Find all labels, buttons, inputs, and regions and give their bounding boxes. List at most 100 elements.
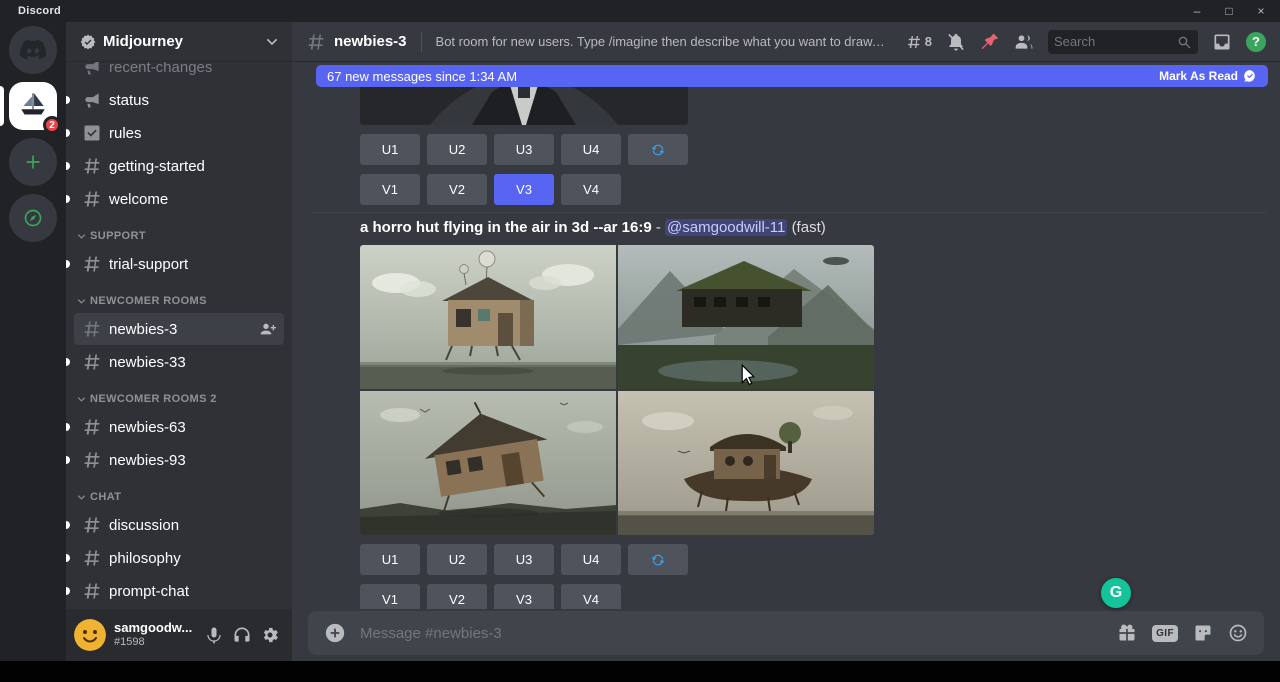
app-title: Discord — [18, 5, 61, 17]
sidebar-item-getting-started[interactable]: getting-started — [74, 150, 284, 182]
upscale-u3-button[interactable]: U3 — [494, 544, 554, 575]
refresh-icon — [650, 142, 666, 158]
category-chat[interactable]: CHAT — [74, 486, 284, 508]
sidebar-item-rules[interactable]: rules — [74, 117, 284, 149]
member-list-icon[interactable] — [1014, 32, 1034, 52]
server-header[interactable]: Midjourney — [66, 22, 292, 62]
user-meta[interactable]: samgoodw... #1598 — [114, 621, 192, 649]
sidebar-item-discussion[interactable]: discussion — [74, 509, 284, 541]
message-divider — [312, 212, 1266, 213]
attach-file-button[interactable] — [324, 622, 346, 644]
category-newcomer-rooms[interactable]: NEWCOMER ROOMS — [74, 290, 284, 312]
sidebar-item-newbies-3[interactable]: newbies-3 — [74, 313, 284, 345]
hash-icon — [82, 156, 102, 176]
window-minimize-button[interactable]: – — [1188, 0, 1206, 22]
discord-home-button[interactable] — [9, 26, 57, 74]
channel-topic[interactable]: Bot room for new users. Type /imagine th… — [436, 34, 888, 49]
sidebar-item-recent-changes[interactable]: recent-changes — [74, 62, 284, 83]
hash-icon — [82, 515, 102, 535]
sidebar-item-prompt-chat[interactable]: prompt-chat — [74, 575, 284, 607]
window-maximize-button[interactable]: □ — [1220, 0, 1238, 22]
user-mention[interactable]: @samgoodwill-11 — [665, 219, 787, 236]
channel-header: newbies-3 Bot room for new users. Type /… — [292, 22, 1280, 62]
sidebar-item-newbies-63[interactable]: newbies-63 — [74, 411, 284, 443]
generated-image-grid — [360, 245, 874, 535]
upscale-u1-button[interactable]: U1 — [360, 134, 420, 165]
user-settings-gear-button[interactable] — [256, 621, 284, 649]
bubble-check-icon — [1243, 69, 1257, 83]
variation-v1-button[interactable]: V1 — [360, 174, 420, 205]
server-rail: 2 — [0, 22, 66, 661]
variation-v4-button[interactable]: V4 — [561, 584, 621, 609]
server-name: Midjourney — [103, 33, 183, 50]
create-invite-icon[interactable] — [260, 321, 276, 337]
window-controls: – □ × — [1188, 0, 1270, 22]
window-close-button[interactable]: × — [1252, 0, 1270, 22]
chevron-down-icon — [264, 34, 280, 50]
sidebar-item-trial-support[interactable]: trial-support — [74, 248, 284, 280]
new-messages-text: 67 new messages since 1:34 AM — [327, 69, 517, 84]
message-prompt-line: a horro hut flying in the air in 3d --ar… — [360, 217, 1266, 239]
reroll-button[interactable] — [628, 134, 688, 165]
pinned-messages-icon[interactable] — [980, 32, 1000, 52]
generated-image-variant-4[interactable] — [618, 391, 874, 535]
avatar[interactable] — [74, 619, 106, 651]
mute-microphone-button[interactable] — [200, 621, 228, 649]
compass-icon — [23, 208, 43, 228]
category-support[interactable]: SUPPORT — [74, 225, 284, 247]
variation-v3-button-selected[interactable]: V3 — [494, 174, 554, 205]
generation-mode: (fast) — [792, 219, 826, 236]
username: samgoodw... — [114, 621, 192, 636]
server-icon-midjourney[interactable]: 2 — [9, 82, 57, 130]
variation-v2-button[interactable]: V2 — [427, 584, 487, 609]
thread-count: 8 — [925, 34, 932, 49]
notifications-muted-icon[interactable] — [946, 32, 966, 52]
sidebar-item-newbies-93[interactable]: newbies-93 — [74, 444, 284, 476]
category-newcomer-rooms-2[interactable]: NEWCOMER ROOMS 2 — [74, 388, 284, 410]
message-input[interactable] — [360, 625, 1103, 642]
hash-icon — [82, 581, 102, 601]
search-icon — [1176, 34, 1192, 50]
discord-logo-icon — [19, 39, 47, 61]
upscale-u2-button[interactable]: U2 — [427, 134, 487, 165]
reroll-button[interactable] — [628, 544, 688, 575]
variation-v2-button[interactable]: V2 — [427, 174, 487, 205]
search-bar[interactable] — [1048, 30, 1198, 54]
sidebar-item-philosophy[interactable]: philosophy — [74, 542, 284, 574]
add-server-button[interactable] — [9, 138, 57, 186]
help-icon[interactable]: ? — [1246, 32, 1266, 52]
plus-icon — [23, 152, 43, 172]
generated-image-variant-1[interactable] — [360, 245, 616, 389]
new-messages-bar[interactable]: 67 new messages since 1:34 AM Mark As Re… — [316, 65, 1268, 87]
inbox-icon[interactable] — [1212, 32, 1232, 52]
user-panel: samgoodw... #1598 — [66, 609, 292, 661]
upscale-u3-button[interactable]: U3 — [494, 134, 554, 165]
generated-image-variant-3[interactable] — [360, 391, 616, 535]
grammarly-badge[interactable]: G — [1101, 578, 1131, 608]
emoji-icon[interactable] — [1228, 623, 1248, 643]
upscale-u1-button[interactable]: U1 — [360, 544, 420, 575]
threads-indicator[interactable]: 8 — [906, 34, 932, 50]
hash-icon — [82, 319, 102, 339]
variation-v1-button[interactable]: V1 — [360, 584, 420, 609]
explore-servers-button[interactable] — [9, 194, 57, 242]
generated-image-variant-2[interactable] — [618, 245, 874, 389]
search-input[interactable] — [1054, 34, 1172, 49]
message-input-wrap[interactable]: GIF — [308, 611, 1264, 655]
generated-image-partial[interactable] — [360, 82, 688, 125]
sidebar-item-newbies-33[interactable]: newbies-33 — [74, 346, 284, 378]
upscale-u4-button[interactable]: U4 — [561, 544, 621, 575]
gif-picker-button[interactable]: GIF — [1152, 625, 1178, 642]
variation-v4-button[interactable]: V4 — [561, 174, 621, 205]
mark-as-read-button[interactable]: Mark As Read — [1159, 69, 1257, 83]
upscale-u2-button[interactable]: U2 — [427, 544, 487, 575]
upscale-u4-button[interactable]: U4 — [561, 134, 621, 165]
sidebar-item-welcome[interactable]: welcome — [74, 183, 284, 215]
variation-v3-button[interactable]: V3 — [494, 584, 554, 609]
deafen-headphones-button[interactable] — [228, 621, 256, 649]
gift-icon[interactable] — [1117, 623, 1137, 643]
sidebar-item-status[interactable]: status — [74, 84, 284, 116]
sticker-icon[interactable] — [1193, 623, 1213, 643]
bottom-black-bar — [0, 661, 1280, 682]
hash-icon — [82, 189, 102, 209]
